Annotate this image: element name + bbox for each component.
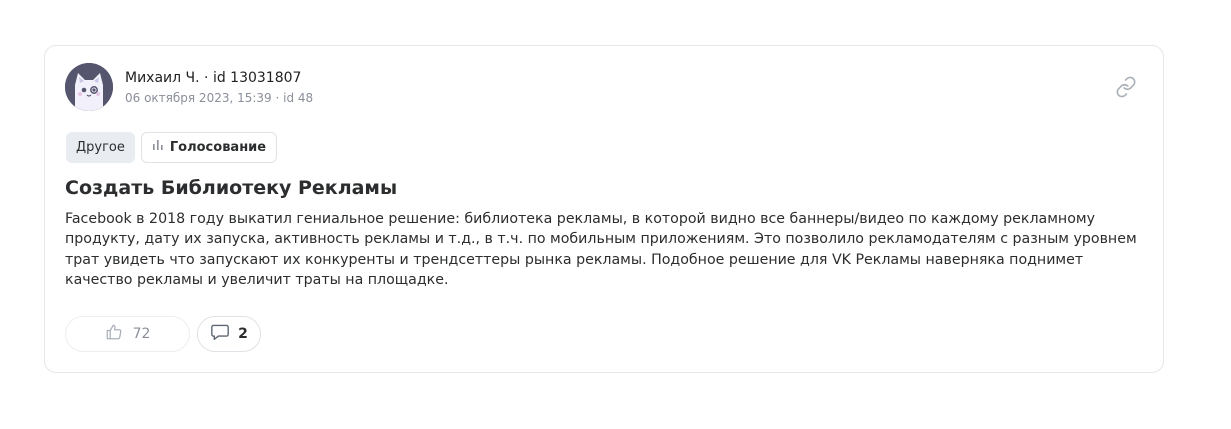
like-button[interactable]: 72 (65, 316, 190, 352)
post-body: Facebook в 2018 году выкатил гениальное … (65, 211, 1137, 288)
author-name[interactable]: Михаил Ч. · id 13031807 (125, 70, 301, 86)
bar-chart-icon (152, 133, 164, 162)
like-count: 72 (132, 326, 151, 342)
link-icon[interactable] (1115, 76, 1137, 98)
avatar[interactable] (65, 63, 113, 111)
post-title: Создать Библиотеку Рекламы (65, 177, 398, 199)
post-meta: 06 октября 2023, 15:39 · id 48 (125, 91, 314, 105)
thumbs-up-icon (105, 323, 123, 345)
post-actions: 72 2 (65, 316, 261, 352)
cat-avatar-icon (65, 63, 113, 111)
category-tag[interactable]: Другое (66, 132, 135, 163)
post-card: Михаил Ч. · id 13031807 06 октября 2023,… (44, 45, 1164, 373)
poll-tag[interactable]: Голосование (140, 132, 278, 163)
comment-button[interactable]: 2 (197, 316, 261, 352)
comment-count: 2 (238, 326, 248, 342)
tags-row: Другое Голосование (66, 132, 278, 163)
comment-icon (210, 323, 230, 345)
poll-tag-label: Голосование (169, 140, 267, 155)
